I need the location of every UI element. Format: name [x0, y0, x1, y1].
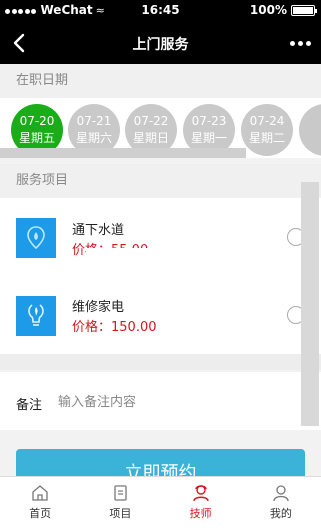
remark-row: 备注 [0, 372, 321, 430]
service-price: 价格：150.00 [72, 320, 157, 335]
date-option-date: 07-21 [76, 114, 112, 128]
date-option-weekday: 星期五 [18, 131, 55, 145]
date-option[interactable]: 07-24 星期二 [241, 104, 293, 156]
page-title: 上门服务 [132, 37, 189, 53]
remark-input[interactable] [58, 390, 288, 414]
appliance-repair-icon [16, 296, 56, 336]
remark-label: 备注 [16, 398, 43, 413]
tab-label: 首页 [29, 507, 52, 520]
tab-technician[interactable]: 技师 [161, 477, 241, 530]
service-section-title: 服务项目 [0, 164, 321, 198]
tab-home[interactable]: 首页 [0, 477, 80, 530]
status-bar: WeChat ≈ 16:45 100% [0, 0, 321, 22]
date-option-weekday: 星期一 [190, 131, 227, 145]
tab-label: 我的 [269, 507, 292, 520]
tab-label: 技师 [189, 507, 212, 520]
date-option-date: 07-20 [19, 114, 55, 128]
page-scrollbar[interactable] [301, 182, 319, 426]
date-option-weekday: 星期二 [248, 131, 285, 145]
date-option-date: 07-22 [133, 114, 169, 128]
date-option-date: 07-23 [191, 114, 227, 128]
nav-bar: 上门服务 [0, 22, 321, 64]
tab-projects[interactable]: 项目 [80, 477, 160, 530]
section-divider [0, 354, 321, 370]
date-scrollbar[interactable] [0, 148, 246, 158]
service-name: 通下水道 [72, 223, 125, 238]
battery-percent: 100% [249, 3, 287, 17]
battery-icon [291, 4, 317, 16]
date-option-date: 07-24 [249, 114, 285, 128]
date-option-weekday: 星期日 [132, 131, 169, 145]
service-name: 维修家电 [72, 300, 125, 315]
drain-icon [16, 218, 56, 258]
overlay-mask [86, 248, 286, 288]
tab-label: 项目 [109, 507, 132, 520]
home-icon [32, 485, 48, 501]
technician-icon [192, 485, 209, 502]
more-options-icon[interactable] [287, 41, 311, 46]
tab-profile[interactable]: 我的 [241, 477, 321, 530]
date-section-title: 在职日期 [0, 64, 321, 98]
battery-status: 100% [249, 3, 317, 17]
project-icon [114, 485, 128, 501]
date-option-weekday: 星期六 [75, 131, 112, 145]
tab-bar: 首页 项目 技师 我的 [0, 476, 321, 530]
date-option-partial[interactable] [299, 104, 321, 156]
profile-icon [273, 485, 289, 502]
